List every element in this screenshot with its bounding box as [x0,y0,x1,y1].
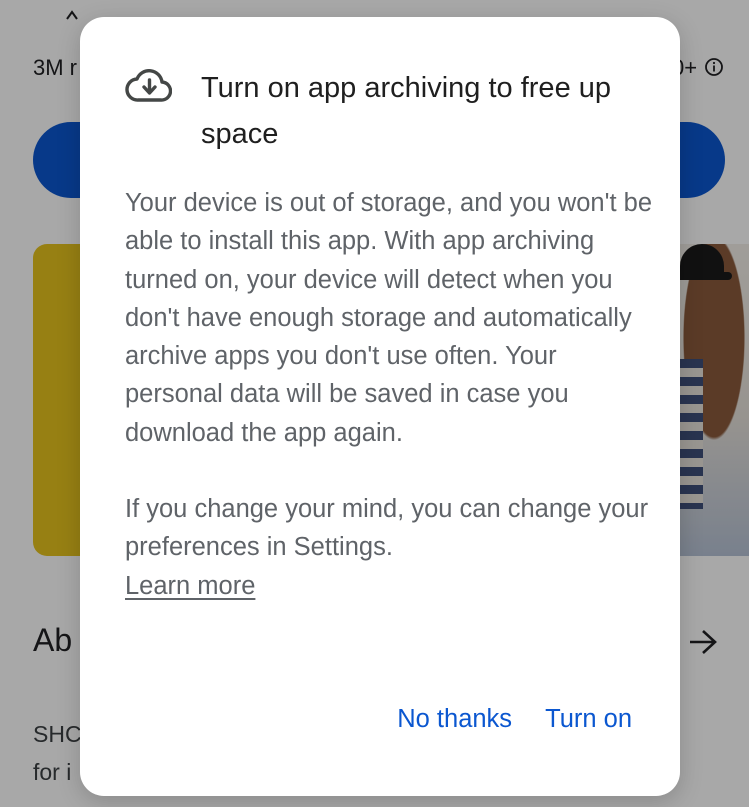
archive-dialog: Turn on app archiving to free up space Y… [80,17,680,796]
no-thanks-button[interactable]: No thanks [397,700,512,738]
dialog-body-paragraph: Your device is out of storage, and you w… [125,189,653,447]
settings-hint: If you change your mind, you can change … [125,495,649,562]
dialog-body-paragraph: If you change your mind, you can change … [125,490,655,605]
cloud-download-icon [125,69,172,102]
dialog-title: Turn on app archiving to free up space [201,72,612,150]
dialog-actions: No thanks Turn on [397,700,632,738]
dialog-body: Your device is out of storage, and you w… [125,184,655,605]
learn-more-link[interactable]: Learn more [125,572,255,600]
turn-on-button[interactable]: Turn on [545,700,632,738]
